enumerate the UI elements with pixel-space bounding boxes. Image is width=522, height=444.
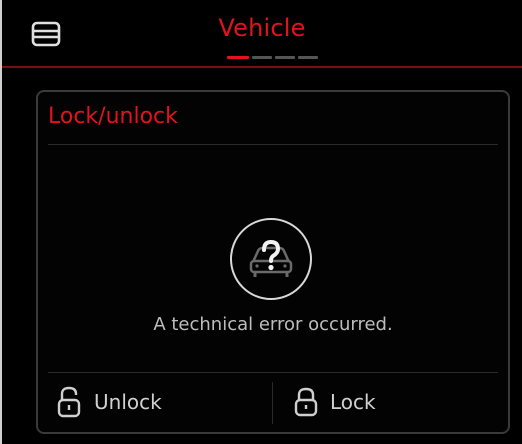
padlock-icon bbox=[294, 387, 318, 417]
car-question-icon bbox=[230, 218, 312, 300]
page-indicator-dot bbox=[252, 56, 272, 59]
card-divider bbox=[48, 144, 498, 145]
page-title: Vehicle bbox=[218, 14, 306, 42]
card-title: Lock/unlock bbox=[48, 104, 178, 129]
screen: Vehicle Lock/unlock A technical error oc… bbox=[0, 0, 522, 444]
header: Vehicle bbox=[2, 0, 522, 68]
lock-label: Lock bbox=[330, 390, 376, 414]
unlock-button[interactable]: Unlock bbox=[56, 380, 162, 424]
page-indicator-dot-active bbox=[227, 56, 249, 59]
unlocked-padlock-icon bbox=[57, 386, 81, 418]
actions-separator bbox=[272, 382, 273, 424]
page-indicator-dot bbox=[298, 56, 318, 59]
lock-unlock-card: Lock/unlock A technical error occurred. bbox=[36, 90, 510, 434]
error-message: A technical error occurred. bbox=[153, 314, 393, 335]
page-indicator-dot bbox=[275, 56, 295, 59]
lock-button[interactable]: Lock bbox=[294, 380, 376, 424]
actions-divider bbox=[48, 372, 498, 373]
unlock-label: Unlock bbox=[94, 390, 162, 414]
page-indicator bbox=[227, 56, 318, 59]
